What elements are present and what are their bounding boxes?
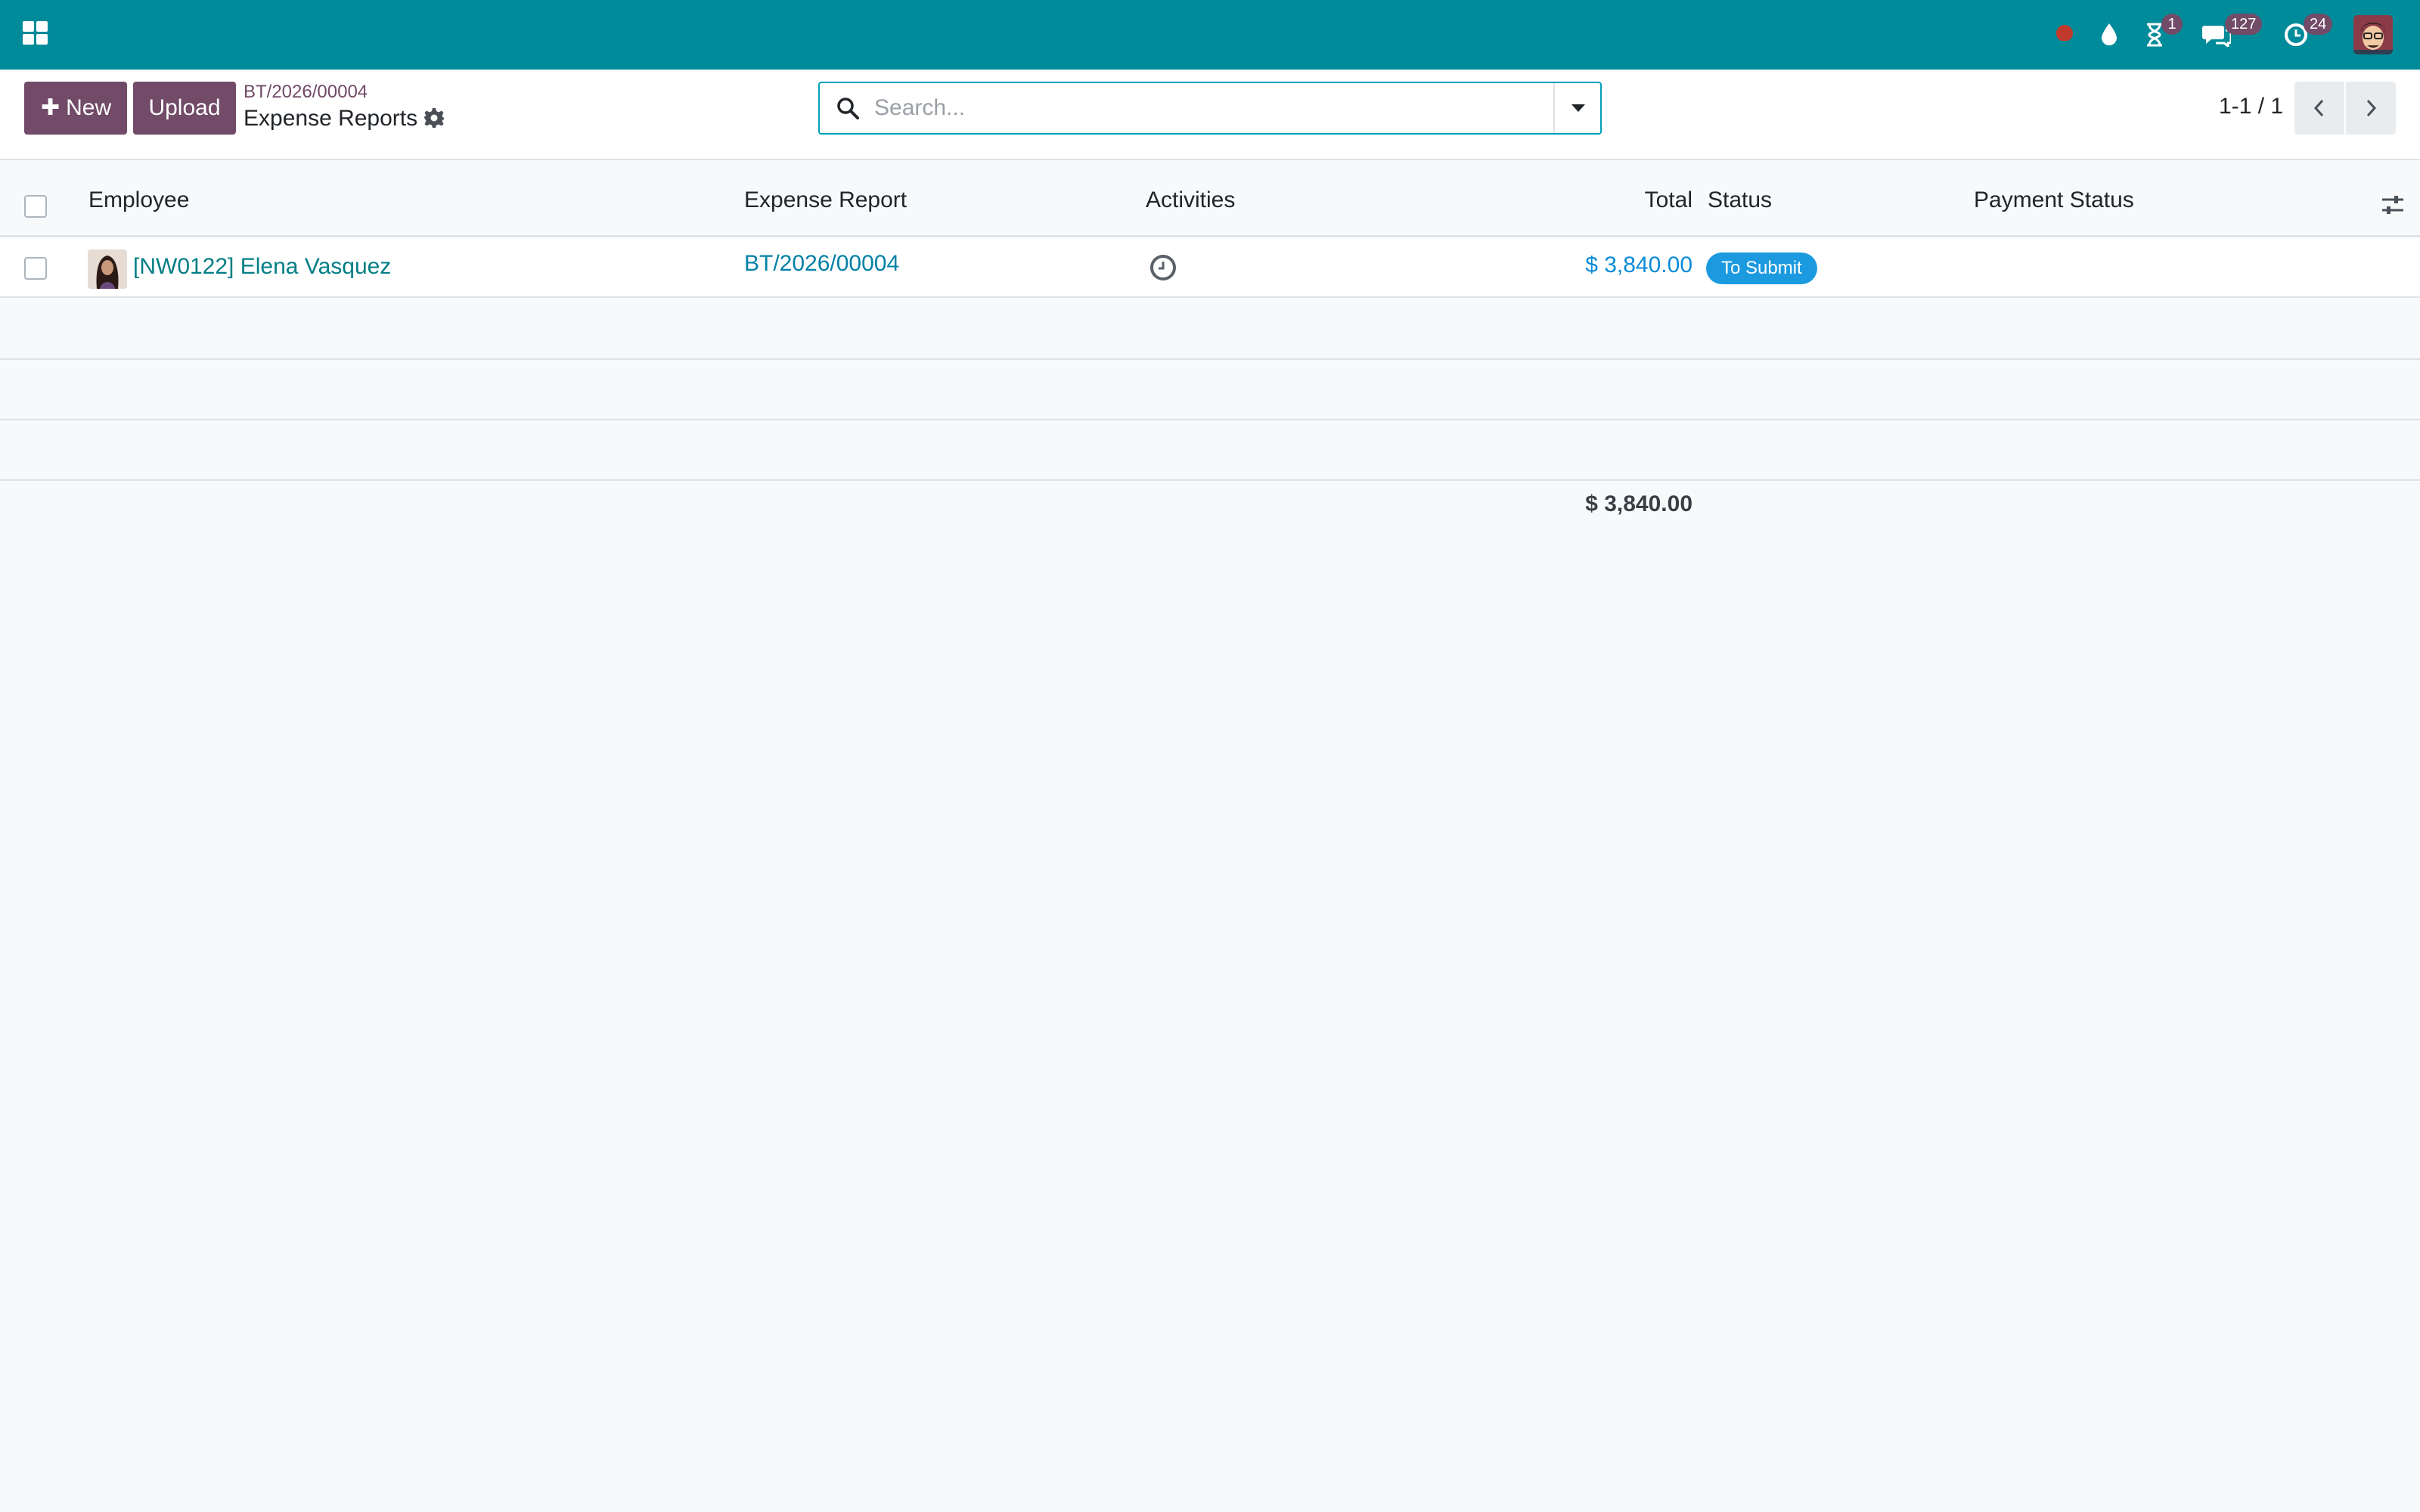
pager-next-button[interactable] <box>2346 82 2396 135</box>
select-all-checkbox[interactable] <box>24 195 47 218</box>
record-dot-icon[interactable] <box>2055 14 2074 53</box>
employee-avatar <box>88 249 127 289</box>
caret-down-icon <box>1571 104 1585 112</box>
clock-icon[interactable] <box>1150 254 1177 285</box>
new-button-label: New <box>66 95 112 120</box>
messages-menu[interactable]: 127 <box>2202 14 2266 53</box>
column-activities[interactable]: Activities <box>1146 187 1235 213</box>
optional-columns-toggle[interactable] <box>2381 194 2405 220</box>
status-badge: To Submit <box>1706 253 1817 284</box>
column-payment-status[interactable]: Payment Status <box>1974 187 2134 213</box>
column-status[interactable]: Status <box>1708 187 1772 213</box>
row-checkbox[interactable] <box>24 257 47 280</box>
apps-grid-icon[interactable] <box>23 21 48 45</box>
clock-menu[interactable]: 24 <box>2284 14 2337 53</box>
column-expense-report[interactable]: Expense Report <box>744 187 907 213</box>
empty-row <box>0 360 2420 420</box>
user-avatar[interactable] <box>2353 15 2393 54</box>
chevron-left-icon <box>2313 99 2324 117</box>
expense-report-link[interactable]: BT/2026/00004 <box>744 251 899 277</box>
control-panel: ✚ New Upload BT/2026/00004 Expense Report… <box>0 70 2420 160</box>
search-bar <box>818 82 1602 135</box>
activities-count-badge: 1 <box>2161 14 2183 35</box>
page-title: Expense Reports <box>244 106 418 131</box>
pager-value[interactable]: 1-1 / 1 <box>2219 94 2283 119</box>
new-button[interactable]: ✚ New <box>24 82 127 135</box>
plus-icon: ✚ <box>41 95 60 120</box>
search-options-toggle[interactable] <box>1553 83 1600 133</box>
search-icon[interactable] <box>836 97 859 119</box>
column-total[interactable]: Total <box>1645 187 1692 213</box>
breadcrumb[interactable]: BT/2026/00004 <box>244 82 368 103</box>
table-row[interactable]: [NW0122] Elena Vasquez BT/2026/00004 $ 3… <box>0 237 2420 298</box>
messages-count-badge: 127 <box>2225 14 2263 35</box>
sliders-icon <box>2382 196 2403 214</box>
pager-previous-button[interactable] <box>2294 82 2344 135</box>
water-drop-icon[interactable] <box>2099 14 2119 53</box>
employee-link[interactable]: [NW0122] Elena Vasquez <box>133 254 391 280</box>
upload-button[interactable]: Upload <box>133 82 236 135</box>
empty-row <box>0 299 2420 360</box>
clock-count-badge: 24 <box>2304 14 2333 35</box>
chevron-right-icon <box>2366 99 2377 117</box>
list-header: Employee Expense Report Activities Total… <box>0 171 2420 237</box>
empty-row <box>0 420 2420 481</box>
column-employee[interactable]: Employee <box>88 187 189 213</box>
gear-icon[interactable] <box>424 107 445 132</box>
grand-total: $ 3,840.00 <box>1585 491 1692 516</box>
top-navbar: 1 127 24 <box>0 0 2420 70</box>
search-input[interactable] <box>874 91 1570 125</box>
activities-menu[interactable]: 1 <box>2145 14 2187 53</box>
total-value: $ 3,840.00 <box>1585 253 1692 277</box>
